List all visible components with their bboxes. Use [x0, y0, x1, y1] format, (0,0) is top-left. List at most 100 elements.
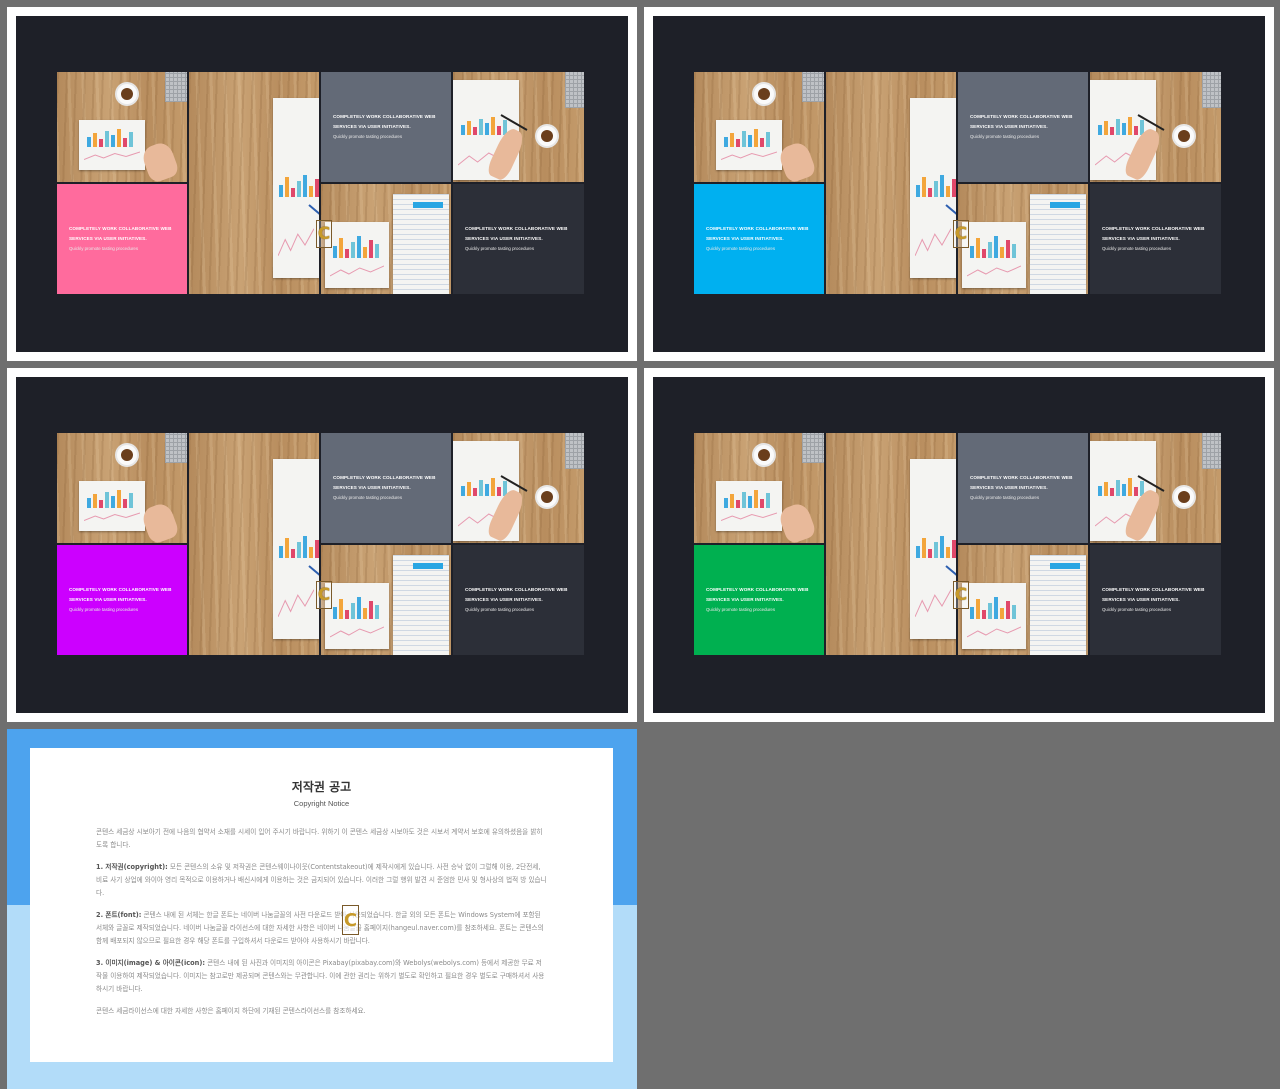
tile-heading-line-2: SERVICES VIA USER INITIATIVES. [465, 236, 543, 241]
tall-desk-photo-tile [189, 433, 319, 655]
tall-desk-photo-tile [826, 433, 956, 655]
laptop-keyboard [802, 72, 824, 102]
chart-paper [716, 120, 782, 170]
coffee-mug [754, 84, 774, 104]
tile-heading-line-1: COMPLETELY WORK COLLABORATIVE WEB [706, 587, 809, 592]
laptop-keyboard [565, 433, 584, 469]
tile-subtext: Quickly promote tasting procedures [69, 246, 139, 251]
laptop-keyboard [165, 72, 187, 102]
copyright-slide: 저작권 공고 Copyright Notice 콘텐스 세금상 시보아기 전에 … [7, 729, 637, 1089]
slide-canvas: COMPLETELY WORK COLLABORATIVE WEB SERVICE… [653, 377, 1265, 713]
chart-paper [962, 222, 1026, 288]
accent-text-tile: COMPLETELY WORK COLLABORATIVE WEB SERVICE… [694, 545, 824, 655]
tile-heading-line-1: COMPLETELY WORK COLLABORATIVE WEB [706, 226, 809, 231]
tile-subtext: Quickly promote tasting procedures [1102, 607, 1172, 612]
slide-thumbnail-2[interactable]: COMPLETELY WORK COLLABORATIVE WEB SERVICE… [644, 7, 1274, 361]
coffee-mug [1174, 487, 1194, 507]
tile-heading-line-2: SERVICES VIA USER INITIATIVES. [706, 236, 784, 241]
logo-letter: C [954, 585, 968, 605]
document-sheet [1030, 194, 1086, 294]
document-header [413, 563, 443, 569]
dark-text-tile: COMPLETELY WORK COLLABORATIVE WEB SERVICE… [453, 184, 584, 294]
tile-heading-line-1: COMPLETELY WORK COLLABORATIVE WEB [465, 226, 568, 231]
laptop-keyboard [565, 72, 584, 108]
tile-subtext: Quickly promote tasting procedures [333, 495, 403, 500]
document-sheet [393, 555, 449, 655]
chart-paper [716, 481, 782, 531]
dark-text-tile: COMPLETELY WORK COLLABORATIVE WEB SERVICE… [453, 545, 584, 655]
desk-photo-tile [694, 433, 824, 543]
slide-thumbnail-4[interactable]: COMPLETELY WORK COLLABORATIVE WEB SERVICE… [644, 368, 1274, 722]
tile-subtext: Quickly promote tasting procedures [465, 246, 535, 251]
desk-photo-tile [57, 72, 187, 182]
tile-heading-line-2: SERVICES VIA USER INITIATIVES. [970, 485, 1048, 490]
chart-paper [325, 222, 389, 288]
chart-paper [325, 583, 389, 649]
copyright-paragraph-font: 2. 폰트(font): 콘텐스 내에 된 서체는 한글 폰트는 네이버 나눔글… [96, 911, 544, 945]
tile-subtext: Quickly promote tasting procedures [706, 246, 776, 251]
documents-photo-tile [958, 545, 1088, 655]
writing-photo-tile [1090, 433, 1221, 543]
tile-subtext: Quickly promote tasting procedures [69, 607, 139, 612]
tile-heading-line-1: COMPLETELY WORK COLLABORATIVE WEB [69, 226, 172, 231]
watermark-logo: C [342, 905, 359, 935]
copyright-subtitle: Copyright Notice [293, 799, 350, 808]
accent-text-tile: COMPLETELY WORK COLLABORATIVE WEB SERVICE… [57, 545, 187, 655]
slide-thumbnail-1[interactable]: COMPLETELY WORK COLLABORATIVE WEB SERVICE… [7, 7, 637, 361]
photo-grid: COMPLETELY WORK COLLABORATIVE WEB SERVICE… [57, 433, 584, 655]
document-sheet [393, 194, 449, 294]
gray-text-tile: COMPLETELY WORK COLLABORATIVE WEB SERVICE… [321, 433, 451, 543]
documents-photo-tile [321, 545, 451, 655]
laptop-keyboard [1202, 72, 1221, 108]
copyright-paragraph-license: 콘텐스 세금라이선스에 대한 자세한 사항은 홈페이지 하단에 기재된 콘텐스라… [96, 1007, 366, 1015]
tall-desk-photo-tile [189, 72, 319, 294]
hand [139, 139, 181, 182]
dark-text-tile: COMPLETELY WORK COLLABORATIVE WEB SERVICE… [1090, 184, 1221, 294]
tile-heading-line-1: COMPLETELY WORK COLLABORATIVE WEB [970, 114, 1073, 119]
tile-heading-line-2: SERVICES VIA USER INITIATIVES. [69, 236, 147, 241]
watermark-logo: C [953, 220, 969, 248]
photo-grid: COMPLETELY WORK COLLABORATIVE WEB SERVICE… [57, 72, 584, 294]
tile-subtext: Quickly promote tasting procedures [970, 134, 1040, 139]
watermark-logo: C [316, 220, 332, 248]
copyright-title: 저작권 공고 [291, 780, 352, 794]
laptop-keyboard [1202, 433, 1221, 469]
tile-heading-line-2: SERVICES VIA USER INITIATIVES. [706, 597, 784, 602]
copyright-body: 콘텐스 세금상 시보아기 전에 나음의 협약서 소재를 시세이 입어 주시기 바… [96, 826, 547, 1018]
tile-subtext: Quickly promote tasting procedures [333, 134, 403, 139]
slide-thumbnail-3[interactable]: COMPLETELY WORK COLLABORATIVE WEB SERVICE… [7, 368, 637, 722]
watermark-logo: C [953, 581, 969, 609]
logo-letter: C [317, 224, 331, 244]
watermark-logo: C [316, 581, 332, 609]
laptop-keyboard [802, 433, 824, 463]
report-paper [910, 459, 956, 639]
chart-paper [79, 120, 145, 170]
coffee-mug [537, 126, 557, 146]
tile-subtext: Quickly promote tasting procedures [970, 495, 1040, 500]
hand [776, 139, 818, 182]
tile-subtext: Quickly promote tasting procedures [1102, 246, 1172, 251]
tile-heading-line-2: SERVICES VIA USER INITIATIVES. [333, 124, 411, 129]
copyright-paragraph-intro: 콘텐스 세금상 시보아기 전에 나음의 협약서 소재를 시세이 입어 주시기 바… [96, 828, 543, 849]
chart-paper [962, 583, 1026, 649]
tile-heading-line-2: SERVICES VIA USER INITIATIVES. [333, 485, 411, 490]
tile-heading-line-2: SERVICES VIA USER INITIATIVES. [1102, 597, 1180, 602]
coffee-mug [754, 445, 774, 465]
laptop-keyboard [165, 433, 187, 463]
hand [776, 500, 818, 543]
report-paper [273, 98, 319, 278]
tile-heading-line-2: SERVICES VIA USER INITIATIVES. [970, 124, 1048, 129]
coffee-mug [537, 487, 557, 507]
desk-photo-tile [694, 72, 824, 182]
copyright-card: 저작권 공고 Copyright Notice 콘텐스 세금상 시보아기 전에 … [30, 748, 613, 1062]
tile-heading-line-1: COMPLETELY WORK COLLABORATIVE WEB [333, 475, 436, 480]
writing-photo-tile [453, 433, 584, 543]
tile-heading-line-2: SERVICES VIA USER INITIATIVES. [1102, 236, 1180, 241]
desk-photo-tile [57, 433, 187, 543]
tile-heading-line-1: COMPLETELY WORK COLLABORATIVE WEB [69, 587, 172, 592]
copyright-paragraph-image: 3. 이미지(image) & 아이콘(icon): 콘텐스 내에 된 사진과 … [96, 959, 545, 993]
documents-photo-tile [958, 184, 1088, 294]
tile-heading-line-1: COMPLETELY WORK COLLABORATIVE WEB [1102, 226, 1205, 231]
tile-heading-line-2: SERVICES VIA USER INITIATIVES. [69, 597, 147, 602]
logo-letter: C [954, 224, 968, 244]
